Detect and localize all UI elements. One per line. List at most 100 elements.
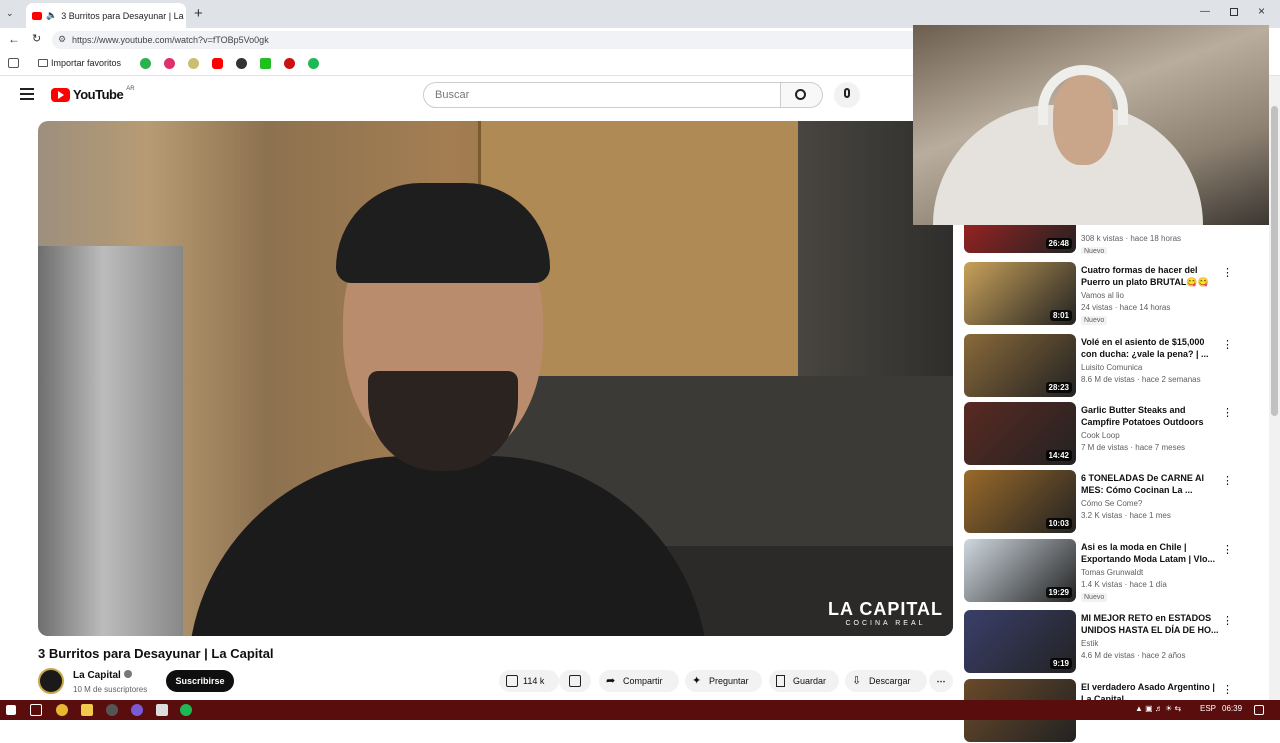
recommendation-channel[interactable]: Cómo Se Come? [1081, 499, 1142, 508]
youtube-play-icon [51, 87, 70, 102]
recommendation-thumbnail[interactable]: 19:29 [964, 539, 1076, 602]
folder-icon[interactable] [81, 704, 93, 716]
maximize-button[interactable] [1230, 8, 1238, 16]
recommendation-thumbnail[interactable]: 14:42 [964, 402, 1076, 465]
bookmark-7-icon[interactable] [284, 58, 295, 69]
recommendation-card[interactable]: 8:01 Cuatro formas de hacer del Puerro un… [964, 262, 1244, 326]
app-icon-2[interactable] [131, 704, 143, 716]
recommendation-thumbnail[interactable]: 9:19 [964, 610, 1076, 673]
bookmark-youtube-icon[interactable] [212, 58, 223, 69]
more-actions-button[interactable]: ⋯ [929, 670, 953, 692]
video-player[interactable]: LA CAPITAL COCINA REAL [38, 121, 953, 636]
windows-taskbar: ▲ ▣ ♬ ☀ ⇆ ESP 06:39 [0, 700, 1280, 720]
save-button[interactable]: Guardar [769, 670, 839, 692]
taskview-icon[interactable] [30, 704, 42, 716]
recommendation-channel[interactable]: Estik [1081, 639, 1098, 648]
more-options-icon[interactable]: ⋮ [1222, 266, 1233, 280]
recommendation-thumbnail[interactable]: 8:01 [964, 262, 1076, 325]
voice-search-button[interactable] [834, 82, 860, 108]
bookmark-1-icon[interactable] [140, 58, 151, 69]
youtube-favicon-icon [32, 11, 42, 20]
bookmark-3-icon[interactable] [188, 58, 199, 69]
url-field[interactable]: ⚙ https://www.youtube.com/watch?v=fTOBp5… [52, 31, 932, 49]
more-options-icon[interactable]: ⋮ [1222, 474, 1233, 488]
more-options-icon[interactable]: ⋮ [1222, 406, 1233, 420]
recommendation-channel[interactable]: Cook Loop [1081, 431, 1120, 440]
share-icon: ➦ [606, 675, 616, 687]
bookmark-kick-icon[interactable] [260, 58, 271, 69]
recommendation-card[interactable]: 10:03 6 TONELADAS De CARNE Al MES: Cómo C… [964, 470, 1244, 534]
page-scrollbar[interactable] [1269, 76, 1280, 700]
fridge-shape [38, 246, 183, 636]
bookmark-5-icon[interactable] [236, 58, 247, 69]
webcam-overlay [913, 25, 1269, 225]
start-icon[interactable] [6, 705, 16, 715]
new-tab-button[interactable]: + [194, 5, 203, 22]
bookmark-instagram-icon[interactable] [164, 58, 175, 69]
search-button[interactable] [781, 82, 823, 108]
save-label: Guardar [793, 676, 827, 686]
like-button[interactable]: 114 k [499, 670, 559, 692]
tray-icons[interactable]: ▲ ▣ ♬ ☀ ⇆ [1135, 704, 1181, 713]
recommendation-channel[interactable]: Vamos al lio [1081, 291, 1124, 300]
chrome-icon[interactable] [56, 704, 68, 716]
keyboard-language[interactable]: ESP [1200, 704, 1216, 713]
recommendation-title[interactable]: 6 TONELADAS De CARNE Al MES: Cómo Cocina… [1081, 472, 1221, 496]
recommendation-title[interactable]: Cuatro formas de hacer del Puerro un pla… [1081, 264, 1221, 288]
search-input[interactable]: Buscar [423, 82, 781, 108]
recommendation-card[interactable]: 9:19 MI MEJOR RETO en ESTADOS UNIDOS HAST… [964, 610, 1244, 674]
video-title: 3 Burritos para Desayunar | La Capital [38, 646, 274, 661]
more-options-icon[interactable]: ⋮ [1222, 614, 1233, 628]
subscribe-button[interactable]: Suscribirse [166, 670, 234, 692]
browser-tab[interactable]: 🔈 3 Burritos para Desayunar | La × [26, 3, 186, 28]
bookmark-spotify-icon[interactable] [308, 58, 319, 69]
more-options-icon[interactable]: ⋮ [1222, 338, 1233, 352]
channel-name[interactable]: La Capital [73, 670, 132, 681]
video-duration: 19:29 [1045, 587, 1072, 598]
recommendation-thumbnail[interactable]: 28:23 [964, 334, 1076, 397]
speaker-icon[interactable]: 🔈 [46, 10, 57, 21]
site-info-icon[interactable]: ⚙ [58, 34, 66, 45]
youtube-logo[interactable]: YouTube AR [51, 86, 135, 102]
new-badge: Nuevo [1081, 316, 1108, 325]
watermark-title: LA CAPITAL [828, 599, 943, 619]
recommendation-thumbnail[interactable]: 10:03 [964, 470, 1076, 533]
recommendation-title[interactable]: MI MEJOR RETO en ESTADOS UNIDOS HASTA EL… [1081, 612, 1221, 636]
recommendation-title[interactable]: Garlic Butter Steaks and Campfire Potato… [1081, 404, 1221, 428]
recommendation-channel[interactable]: Tomas Grunwaldt [1081, 568, 1143, 577]
close-window-button[interactable]: × [1258, 4, 1265, 18]
share-button[interactable]: ➦ Compartir [599, 670, 679, 692]
recommendation-card[interactable]: 14:42 Garlic Butter Steaks and Campfire P… [964, 402, 1244, 466]
recommendation-channel[interactable]: Luisito Comunica [1081, 363, 1142, 372]
ask-button[interactable]: ✦ Preguntar [685, 670, 762, 692]
notification-icon[interactable] [1254, 705, 1264, 715]
recommendation-card[interactable]: 19:29 Asi es la moda en Chile | Exportand… [964, 539, 1244, 603]
reload-icon[interactable]: ↻ [32, 32, 41, 45]
more-options-icon[interactable]: ⋮ [1222, 543, 1233, 557]
channel-name-text: La Capital [73, 670, 121, 681]
import-bookmarks-link[interactable]: Importar favoritos [51, 58, 121, 68]
recommendation-card[interactable]: 28:23 Volé en el asiento de $15,000 con d… [964, 334, 1244, 398]
app-icon-3[interactable] [156, 704, 168, 716]
apps-icon[interactable] [8, 58, 19, 68]
app-icon-1[interactable] [106, 704, 118, 716]
recommendation-stats: 1.4 K vistas · hace 1 día [1081, 580, 1167, 589]
back-icon[interactable]: ← [8, 32, 20, 46]
more-options-icon[interactable]: ⋮ [1222, 683, 1233, 697]
logo-text: YouTube [73, 87, 124, 102]
recommendation-title[interactable]: Asi es la moda en Chile | Exportando Mod… [1081, 541, 1221, 565]
recommendation-title[interactable]: Volé en el asiento de $15,000 con ducha:… [1081, 336, 1221, 360]
dislike-button[interactable] [559, 670, 591, 692]
thumbs-down-icon [569, 675, 581, 687]
video-duration: 9:19 [1049, 658, 1072, 669]
menu-icon[interactable] [20, 88, 34, 100]
search-icon [795, 89, 806, 100]
minimize-button[interactable]: — [1200, 6, 1210, 17]
download-button[interactable]: ⇩ Descargar [845, 670, 927, 692]
scrollbar-thumb[interactable] [1271, 106, 1278, 416]
tab-list-chevron-icon[interactable]: ⌄ [6, 8, 18, 20]
clock[interactable]: 06:39 [1222, 704, 1242, 713]
channel-avatar[interactable] [38, 668, 64, 694]
spotify-icon[interactable] [180, 704, 192, 716]
url-text: https://www.youtube.com/watch?v=fTOBp5Vo… [72, 35, 269, 45]
